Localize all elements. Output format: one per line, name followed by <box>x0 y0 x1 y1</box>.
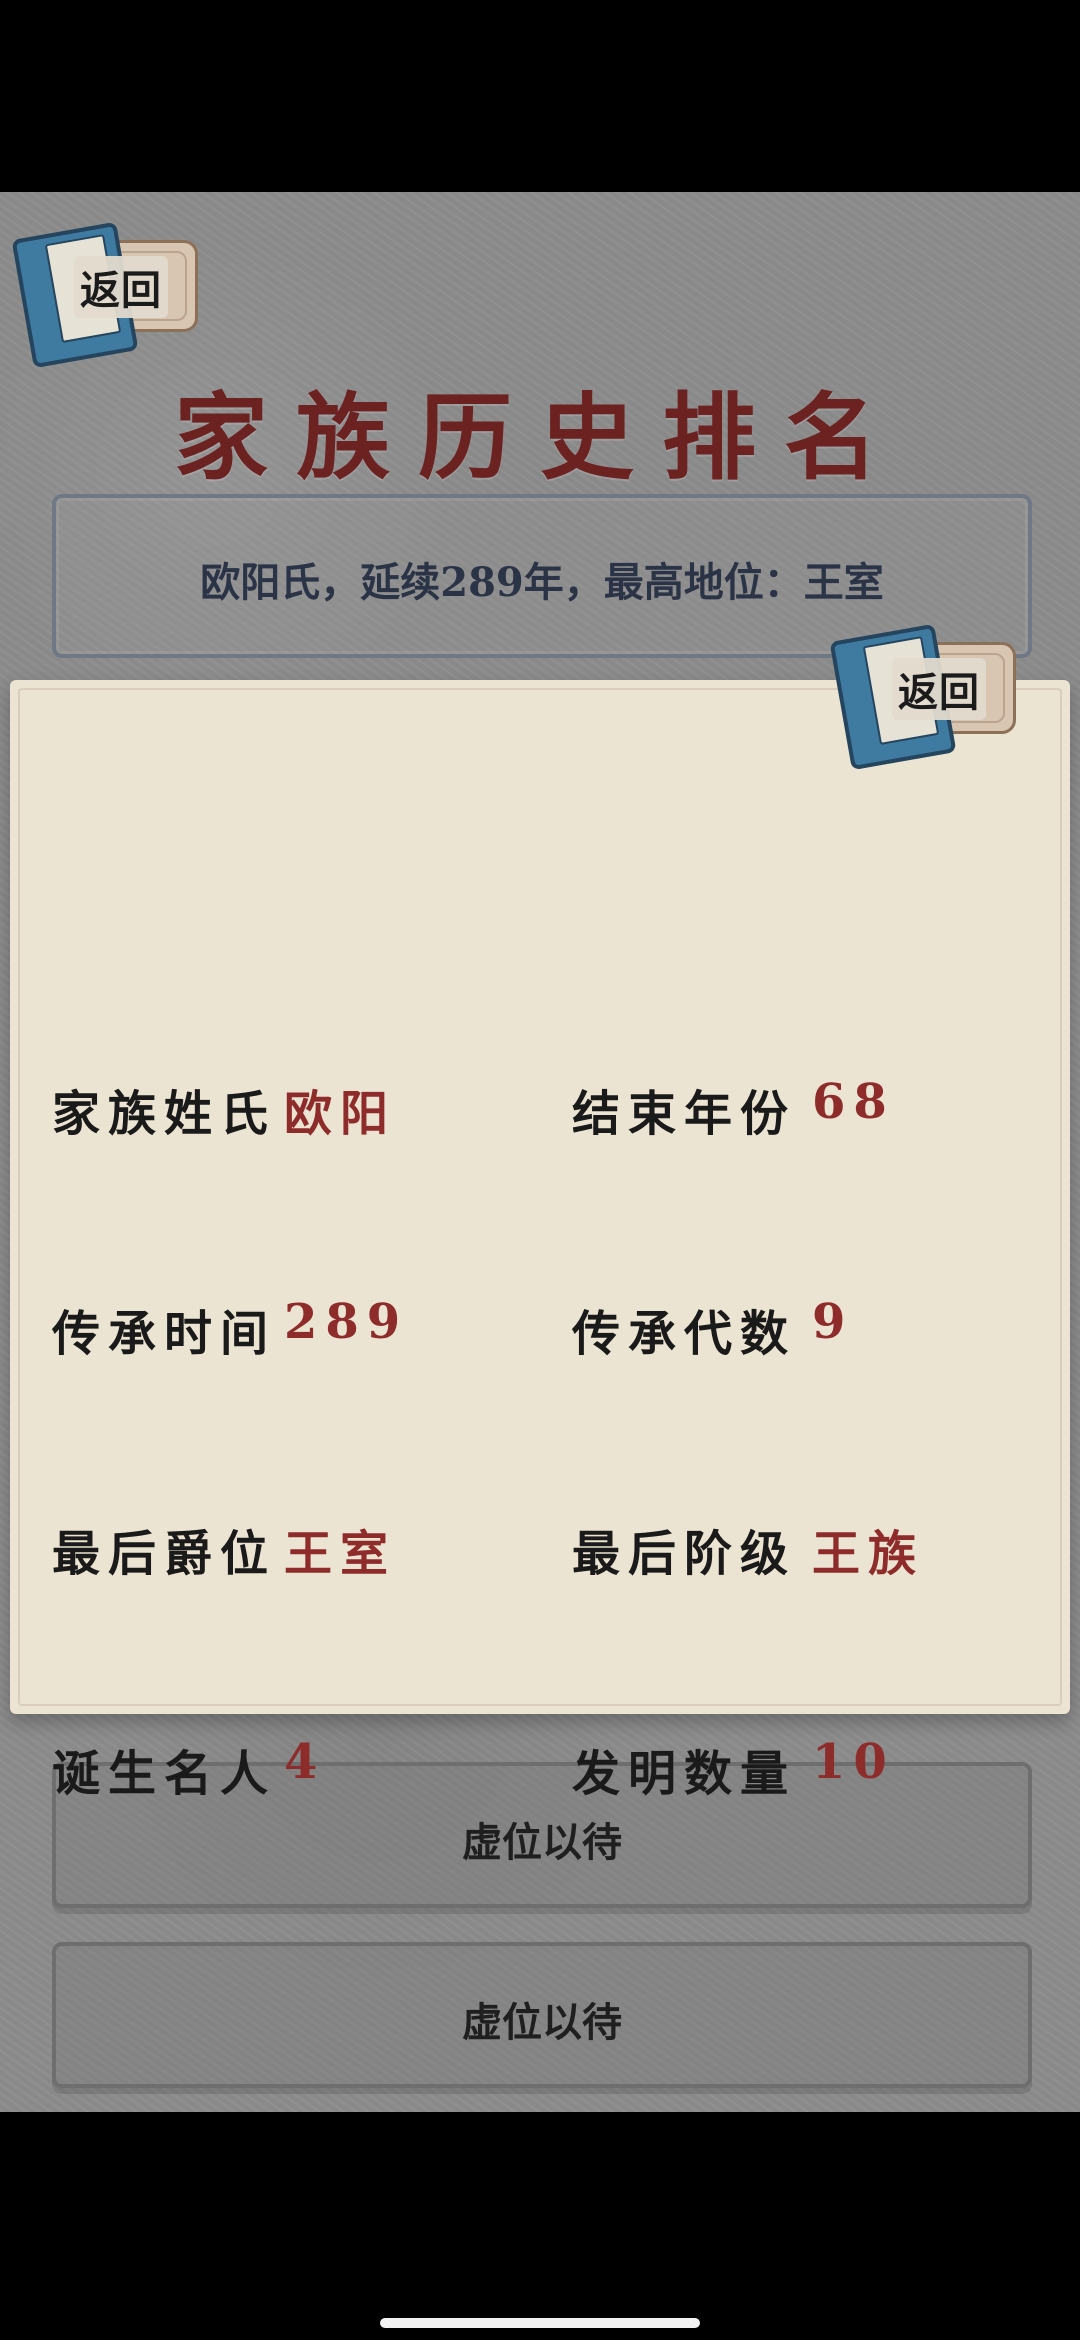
popup-back-button[interactable]: 返回 <box>829 623 1016 771</box>
stat-label-duration: 传承时间 <box>52 1306 277 1362</box>
stat-value-last-title: 王室 <box>284 1526 397 1582</box>
stat-label-last-title: 最后爵位 <box>52 1526 277 1582</box>
stat-label-famous-people: 诞生名人 <box>52 1746 277 1802</box>
stat-value-inventions: 10 <box>812 1734 895 1790</box>
stat-value-generations: 9 <box>812 1294 854 1350</box>
stat-label-generations: 传承代数 <box>572 1306 797 1362</box>
back-button-label: 返回 <box>74 256 168 318</box>
stat-value-duration: 289 <box>284 1294 409 1350</box>
home-indicator[interactable] <box>380 2318 700 2328</box>
popup-back-button-label: 返回 <box>892 658 986 720</box>
back-button[interactable]: 返回 <box>11 221 198 369</box>
stat-label-surname: 家族姓氏 <box>52 1086 277 1142</box>
stat-label-inventions: 发明数量 <box>572 1746 797 1802</box>
game-screen: 返回 家族历史排名 欧阳氏，延续289年，最高地位：王室 虚位以待 虚位以待 家… <box>0 192 1080 2112</box>
stat-label-last-class: 最后阶级 <box>572 1526 797 1582</box>
ranking-slot-label: 虚位以待 <box>462 1819 622 1866</box>
stat-value-famous-people: 4 <box>284 1734 326 1790</box>
stat-value-last-class: 王族 <box>812 1526 925 1582</box>
stat-label-end-year: 结束年份 <box>572 1086 797 1142</box>
family-detail-popup: 家族姓氏 欧阳 结束年份 68 传承时间 289 传承代数 9 最后爵位 王室 … <box>10 680 1070 1802</box>
ranking-slot-label: 虚位以待 <box>462 1999 622 2046</box>
stat-value-end-year: 68 <box>812 1074 895 1130</box>
family-summary-text: 欧阳氏，延续289年，最高地位：王室 <box>200 559 884 606</box>
status-bar-area <box>0 0 1080 192</box>
bottom-bar-area <box>0 2112 1080 2340</box>
ranking-slot-empty[interactable]: 虚位以待 <box>52 1942 1032 2088</box>
stat-value-surname: 欧阳 <box>284 1086 397 1142</box>
page-title: 家族历史排名 <box>173 383 906 493</box>
